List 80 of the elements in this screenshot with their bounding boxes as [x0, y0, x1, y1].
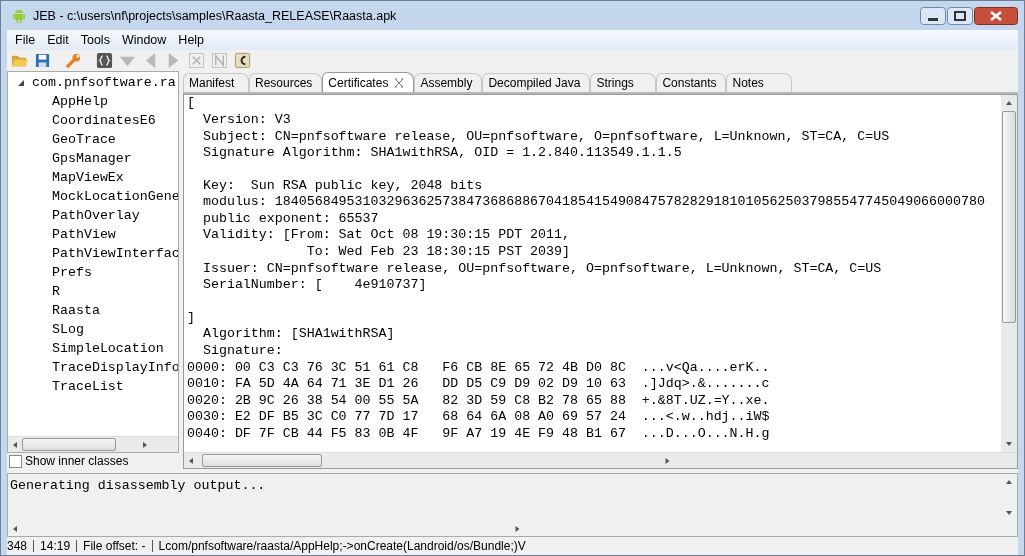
- status-text: 348: [7, 539, 28, 554]
- code-line: Algorithm: [SHA1withRSA]: [201, 326, 395, 344]
- tree-item[interactable]: MapViewEx: [52, 170, 124, 186]
- scroll-left-icon[interactable]: [12, 441, 18, 448]
- code-line: ]: [187, 309, 195, 327]
- tree-item[interactable]: R: [52, 284, 60, 300]
- code-line: Issuer: CN=pnfsoftware release, OU=pnfsoftware, O=pnfsoftware, L=Unknown, ST=CA, C=US: [201, 260, 882, 278]
- close-icon[interactable]: [974, 7, 1018, 25]
- tree-item[interactable]: CoordinatesE6: [52, 113, 156, 129]
- status-text: Lcom/pnfsoftware/raasta/AppHelp;->onCreate(Landroid/os/Bundle;)V: [158, 539, 526, 554]
- code-line: Signature Algorithm: SHA1withRSA, OID = 1.2.840.113549.1.1.5: [201, 145, 682, 162]
- tree-item[interactable]: Prefs: [52, 265, 92, 281]
- code-line: Validity: [From: Sat Oct 08 19:30:15 PDT 2011,: [201, 227, 570, 245]
- scroll-up-icon[interactable]: [1006, 100, 1012, 107]
- tree-item[interactable]: GpsManager: [52, 151, 132, 167]
- menu-item[interactable]: Help: [172, 32, 211, 47]
- android-icon: [11, 7, 27, 24]
- code-line: public exponent: 65537: [201, 210, 379, 228]
- checkbox[interactable]: [9, 454, 22, 468]
- code-line: 0040: DF 7F CB 44 F5 83 0B 4F 9F A7 19 4E F9 48 B1 67 ...D...O...N.H.g: [187, 426, 770, 443]
- tree-item[interactable]: com.pnfsoftware.ra: [32, 75, 176, 91]
- tree-item[interactable]: SLog: [52, 322, 84, 338]
- code-line: SerialNumber: [ 4e910737]: [201, 277, 427, 294]
- menu-item[interactable]: File: [9, 32, 42, 47]
- wrench-icon[interactable]: [65, 52, 82, 69]
- scroll-down-icon[interactable]: [1006, 510, 1012, 517]
- console-message: Generating disassembly output...: [9, 477, 267, 496]
- tab[interactable]: Assembly: [414, 73, 483, 93]
- code-line: 0020: 2B 9C 26 38 54 00 55 5A 82 3D 59 C8 B2 78 65 88 +.&8T.UZ.=Y..xe.: [187, 392, 770, 410]
- code-line: Version: V3: [201, 111, 291, 129]
- tree-item[interactable]: TraceDisplayInfo: [52, 360, 178, 376]
- menu-item[interactable]: Edit: [41, 32, 75, 47]
- tree-item[interactable]: PathOverlay: [52, 208, 140, 224]
- tab[interactable]: Certificates: [322, 72, 415, 93]
- tree-item[interactable]: Raasta: [52, 303, 100, 319]
- tab[interactable]: Constants: [656, 73, 727, 93]
- expand-arrow-icon[interactable]: [17, 78, 25, 87]
- tab[interactable]: Resources: [249, 73, 323, 93]
- checkbox-label: Show inner classes: [25, 454, 129, 469]
- tree-item[interactable]: PathViewInterfac: [52, 246, 178, 262]
- code-line: Key: Sun RSA public key, 2048 bits: [201, 177, 483, 195]
- tab[interactable]: Strings: [590, 73, 657, 93]
- save-icon[interactable]: [34, 52, 51, 69]
- tree-item[interactable]: TraceList: [52, 379, 124, 395]
- horizontal-scrollbar[interactable]: [184, 452, 1017, 469]
- tab[interactable]: Manifest: [183, 73, 249, 93]
- tree-item[interactable]: SimpleLocation: [52, 341, 164, 357]
- tree-item[interactable]: PathView: [52, 227, 116, 243]
- menu-item[interactable]: Tools: [74, 32, 116, 47]
- code-line: Signature:: [201, 343, 283, 360]
- scroll-thumb[interactable]: [1002, 111, 1016, 324]
- close-icon[interactable]: [394, 77, 405, 88]
- menu-item[interactable]: Window: [115, 32, 173, 47]
- maximize-icon[interactable]: [947, 7, 973, 25]
- code-line: 0000: 00 C3 C3 76 3C 51 61 C8 F6 CB 8E 65 72 4B D0 8C ...v<Qa....erK..: [187, 359, 770, 377]
- minimize-icon[interactable]: [920, 7, 946, 25]
- code-line: [: [187, 95, 195, 112]
- status-text: 14:19: [40, 539, 71, 554]
- horizontal-scrollbar[interactable]: [8, 436, 178, 453]
- status-text: File offset: -: [83, 539, 146, 554]
- tree-item[interactable]: AppHelp: [52, 94, 108, 110]
- scroll-thumb[interactable]: [22, 438, 116, 452]
- braces-icon[interactable]: [96, 52, 113, 69]
- c-box-icon[interactable]: [234, 52, 251, 69]
- code-line: To: Wed Feb 23 18:30:15 PST 2039]: [305, 244, 570, 261]
- scroll-left-icon[interactable]: [12, 525, 18, 532]
- scroll-down-icon[interactable]: [1006, 441, 1012, 448]
- tree-item[interactable]: MockLocationGene: [52, 189, 178, 205]
- scroll-left-icon[interactable]: [188, 457, 194, 464]
- vertical-scrollbar[interactable]: [1001, 95, 1017, 453]
- code-line: 0010: FA 5D 4A 64 71 3E D1 26 DD D5 C9 D9 02 D9 10 63 .]Jdq>.&.......c: [187, 376, 770, 393]
- code-line: Subject: CN=pnfsoftware release, OU=pnfsoftware, O=pnfsoftware, L=Unknown, ST=CA, C=US: [201, 128, 890, 146]
- tree-item[interactable]: GeoTrace: [52, 132, 116, 148]
- tab[interactable]: Decompiled Java: [482, 73, 591, 93]
- scroll-up-icon[interactable]: [1006, 479, 1012, 486]
- tab[interactable]: Notes: [726, 73, 793, 93]
- code-line: modulus: 18405684953103296362573847368688670418541549084757828291810105625037985547745049066000780: [201, 194, 985, 211]
- code-line: 0030: E2 DF B5 3C C0 77 7D 17 68 64 6A 08 A0 69 57 24 ...<.w..hdj..iW$: [187, 409, 770, 426]
- scroll-thumb[interactable]: [202, 454, 322, 468]
- window-title: JEB - c:\users\nf\projects\samples\Raasta_RELEASE\Raasta.apk: [33, 8, 397, 23]
